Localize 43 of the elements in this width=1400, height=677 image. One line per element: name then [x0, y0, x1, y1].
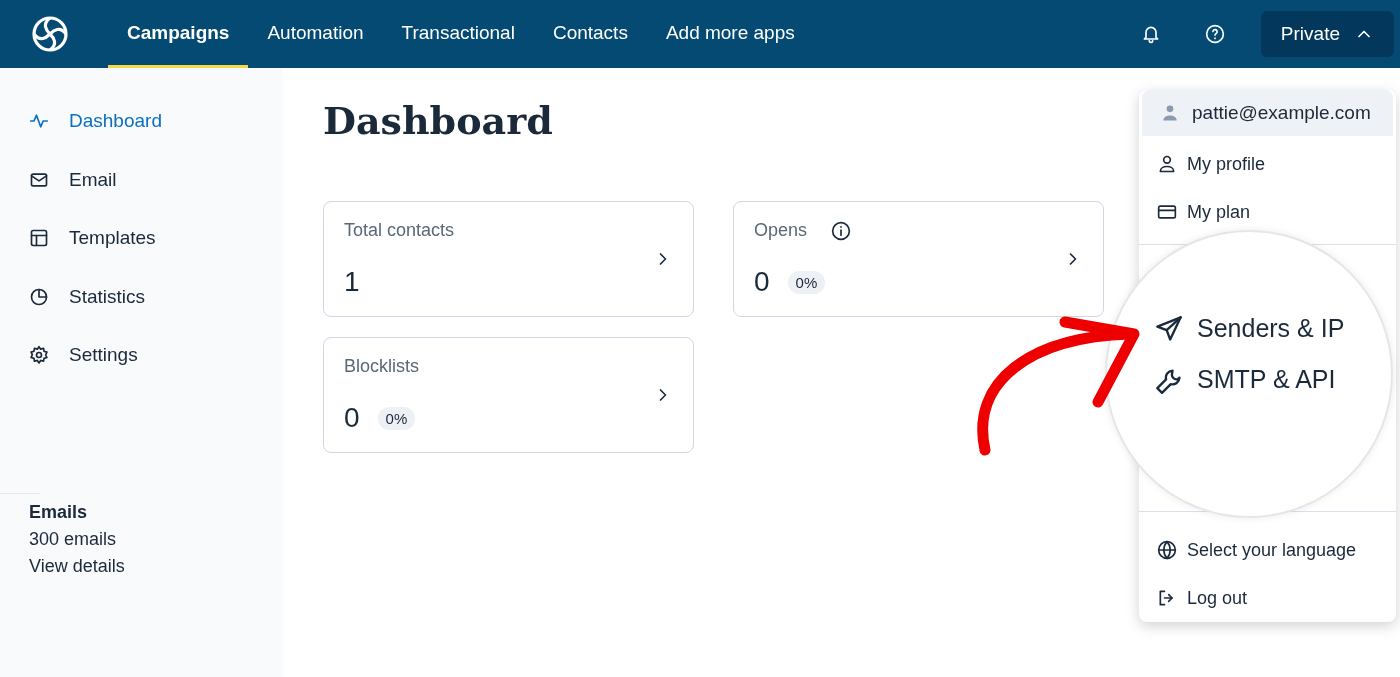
menu-item[interactable]: My plan	[1139, 192, 1396, 232]
help-button[interactable]	[1204, 24, 1225, 44]
stat-card[interactable]: Blocklists 0 0%	[323, 337, 694, 453]
account-button[interactable]: Private	[1260, 11, 1394, 57]
card-title: Blocklists	[344, 356, 419, 377]
card-value: 0	[344, 402, 360, 434]
menu-item[interactable]: Select your language	[1139, 530, 1375, 570]
card-value: 0	[754, 266, 770, 298]
percent-badge: 0%	[787, 270, 826, 294]
sidebar-item[interactable]: Email	[0, 150, 283, 209]
plan-title: Emails	[29, 501, 88, 523]
card-title: Total contacts	[344, 220, 455, 241]
view-details-link[interactable]: View details	[29, 555, 125, 577]
sidebar-item[interactable]: Settings	[0, 326, 283, 385]
card-value: 1	[344, 266, 360, 298]
logo-icon[interactable]	[30, 14, 70, 54]
nav-tab[interactable]: Transactional	[382, 0, 534, 68]
help-icon	[1204, 24, 1225, 44]
nav-tab[interactable]: Automation	[248, 0, 383, 68]
page-title: Dashboard	[323, 98, 553, 143]
pie-chart-icon	[29, 286, 49, 307]
user-icon	[1160, 103, 1180, 123]
stat-card[interactable]: Opens 0 0%	[733, 201, 1104, 317]
menu-item[interactable]: Log out	[1139, 578, 1266, 618]
sidebar-item[interactable]: Dashboard	[0, 92, 283, 151]
menu-item[interactable]: Senders & IP	[1155, 314, 1391, 343]
sidebar-item[interactable]: Templates	[0, 209, 283, 268]
nav-tab[interactable]: Contacts	[533, 0, 647, 68]
menu-item[interactable]: My profile	[1139, 144, 1396, 184]
person-icon	[1157, 154, 1177, 174]
card-title: Opens	[754, 220, 808, 241]
percent-badge: 0%	[377, 406, 416, 430]
nav-tab[interactable]: Add more apps	[646, 0, 814, 68]
stat-card[interactable]: Total contacts 1	[323, 201, 694, 317]
globe-icon	[1157, 540, 1177, 560]
account-email: pattie@example.com	[1142, 90, 1393, 136]
sidebar-item[interactable]: Statistics	[0, 267, 283, 326]
send-icon	[1155, 314, 1183, 343]
plan-usage: 300 emails	[29, 528, 117, 550]
menu-item[interactable]: SMTP & API	[1155, 365, 1391, 394]
settings-icon	[29, 345, 49, 366]
credit-card-icon	[1157, 202, 1177, 222]
layout-icon	[29, 228, 49, 249]
